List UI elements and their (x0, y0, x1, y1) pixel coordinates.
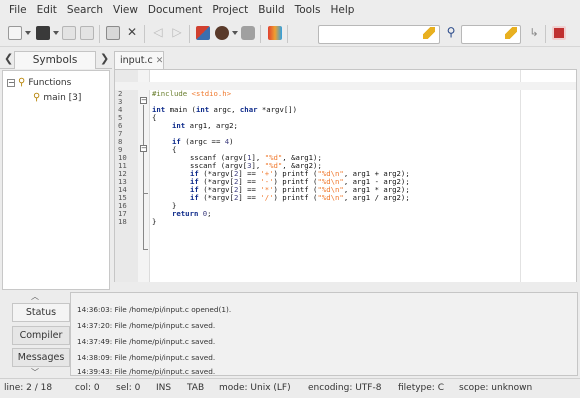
function-group-icon: ⚲ (18, 77, 26, 88)
status-message: 14:37:49: File /home/pi/input.c saved. (77, 337, 216, 346)
new-file-icon[interactable] (8, 26, 22, 40)
menu-tools[interactable]: Tools (290, 4, 326, 16)
toolbar-separator (99, 25, 100, 43)
code-line: 14 if (*argv[2] == '/') printf ("%d\n", … (115, 178, 576, 202)
tab-input-c[interactable]: input.c ✕ (114, 51, 164, 69)
code-line: 5 int arg1, arg2; (115, 106, 576, 130)
code-line: 1 #include <stdio.h> (115, 74, 576, 98)
status-col: col: 0 (75, 383, 100, 393)
menu-edit[interactable]: Edit (32, 4, 62, 16)
code-line: 6 (115, 114, 576, 130)
toolbar-separator (189, 25, 190, 43)
code-line: 10 sscanf (argv[3], "%d", &arg2); (115, 146, 576, 170)
toolbar-separator (144, 25, 145, 43)
save-icon[interactable] (62, 26, 76, 40)
fold-guide-end (143, 249, 148, 250)
compile-icon[interactable] (196, 26, 210, 40)
tab-scroll-right-icon[interactable]: ❯ (100, 52, 109, 65)
open-file-dropdown-icon[interactable] (53, 31, 59, 35)
tab-compiler[interactable]: Compiler (12, 326, 70, 345)
nav-back-icon[interactable]: ◁ (151, 26, 165, 40)
menu-search[interactable]: Search (62, 4, 108, 16)
jump-to-line-icon[interactable]: ↳ (527, 26, 541, 40)
status-encoding: encoding: UTF-8 (308, 383, 382, 393)
status-scope: scope: unknown (459, 383, 533, 393)
build-dropdown-icon[interactable] (232, 31, 238, 35)
menu-file[interactable]: File (4, 4, 32, 16)
sidebar-tabs: ❮ Symbols ❯ (0, 49, 112, 69)
menu-build[interactable]: Build (253, 4, 289, 16)
status-ins: INS (156, 383, 172, 393)
tree-item-functions[interactable]: − ⚲ Functions (7, 77, 71, 88)
execute-icon[interactable] (241, 26, 255, 40)
search-icon[interactable]: ⚲ (444, 26, 458, 40)
collapse-icon[interactable]: − (7, 78, 15, 87)
code-line: 4 { (115, 98, 576, 122)
color-chooser-icon[interactable] (268, 26, 282, 40)
file-tab-label: input.c (120, 55, 153, 66)
code-line: 13 if (*argv[2] == '*') printf ("%d\n", … (115, 170, 576, 194)
symbol-tree: − ⚲ Functions ⚲ main [3] (2, 70, 110, 290)
function-icon: ⚲ (33, 92, 41, 103)
tab-symbols[interactable]: Symbols (14, 51, 96, 69)
code-token: } (152, 217, 157, 226)
menu-bar: File Edit Search View Document Project B… (0, 0, 580, 20)
save-all-icon[interactable] (80, 26, 94, 40)
code-line-current: 2 (115, 82, 576, 98)
status-message: 14:37:20: File /home/pi/input.c saved. (77, 321, 216, 330)
editor-horizontal-scrollbar[interactable] (114, 282, 577, 287)
menu-document[interactable]: Document (143, 4, 207, 16)
status-tab: TAB (187, 383, 205, 393)
code-line: 3 int main (int argc, char *argv[]) (115, 90, 576, 114)
toolbar-separator (545, 25, 546, 43)
status-filetype: filetype: C (398, 383, 444, 393)
code-editor[interactable]: − − 1 #include <stdio.h> 2 3 int main (i… (114, 69, 577, 287)
tree-item-label: main [3] (43, 92, 82, 103)
message-window: ︿ Status Compiler Messages ﹀ 14:36:03: F… (3, 291, 578, 378)
revert-icon[interactable] (106, 26, 120, 40)
toolbar-separator (287, 25, 288, 43)
new-file-dropdown-icon[interactable] (25, 31, 31, 35)
code-line: 7 if (argc == 4) (115, 122, 576, 146)
status-message: 14:38:09: File /home/pi/input.c saved. (77, 353, 216, 362)
tab-status[interactable]: Status (12, 303, 70, 322)
status-bar: line: 2 / 18 col: 0 sel: 0 INS TAB mode:… (0, 378, 580, 398)
quit-icon[interactable] (552, 26, 566, 40)
code-line: 16 return 0; (115, 194, 576, 218)
search-input[interactable] (318, 25, 440, 44)
code-line: 17 } (115, 202, 576, 226)
code-line: 9 sscanf (argv[1], "%d", &arg1); (115, 138, 576, 162)
pencil-icon (423, 27, 435, 39)
status-mode: mode: Unix (LF) (219, 383, 291, 393)
close-icon[interactable]: ✕ (125, 26, 139, 40)
status-message-list[interactable]: 14:36:03: File /home/pi/input.c opened(1… (70, 292, 578, 376)
code-line: 15 } (115, 186, 576, 210)
status-message: 14:39:43: File /home/pi/input.c saved. (77, 367, 216, 376)
tab-scroll-down-icon[interactable]: ﹀ (31, 367, 39, 378)
code-line: 18 (115, 210, 576, 226)
pencil-icon (505, 27, 517, 39)
code-line: 12 if (*argv[2] == '-') printf ("%d\n", … (115, 162, 576, 186)
tab-scroll-left-icon[interactable]: ❮ (4, 52, 13, 65)
status-sel: sel: 0 (116, 383, 141, 393)
menu-view[interactable]: View (108, 4, 143, 16)
toolbar-separator (260, 25, 261, 43)
tree-item-main[interactable]: ⚲ main [3] (33, 92, 81, 103)
close-tab-icon[interactable]: ✕ (156, 56, 164, 66)
tab-messages[interactable]: Messages (12, 348, 70, 367)
toolbar: ✕ ◁ ▷ ⚲ ↳ (0, 21, 580, 47)
code-line: 11 if (*argv[2] == '+') printf ("%d\n", … (115, 154, 576, 178)
tab-scroll-up-icon[interactable]: ︿ (31, 291, 39, 302)
code-line: 8 { (115, 130, 576, 154)
menu-project[interactable]: Project (207, 4, 253, 16)
open-file-icon[interactable] (36, 26, 50, 40)
status-line: line: 2 / 18 (4, 383, 53, 393)
tree-item-label: Functions (28, 77, 72, 88)
menu-help[interactable]: Help (326, 4, 360, 16)
nav-forward-icon[interactable]: ▷ (170, 26, 184, 40)
status-message: 14:36:03: File /home/pi/input.c opened(1… (77, 305, 232, 314)
build-icon[interactable] (215, 26, 229, 40)
line-number: 18 (118, 217, 127, 226)
